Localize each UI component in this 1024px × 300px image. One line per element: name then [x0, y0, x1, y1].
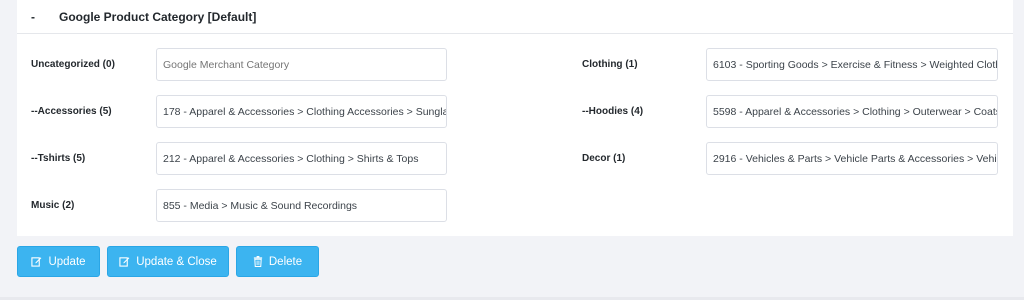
- panel-title: Google Product Category [Default]: [59, 9, 257, 24]
- update-button[interactable]: Update: [17, 246, 100, 277]
- update-close-button[interactable]: Update & Close: [107, 246, 229, 277]
- category-label: --Tshirts (5): [31, 153, 86, 164]
- trash-icon: [253, 256, 263, 267]
- panel-header[interactable]: - Google Product Category [Default]: [17, 0, 1013, 34]
- update-label: Update: [48, 255, 86, 268]
- delete-label: Delete: [268, 255, 303, 268]
- merchant-category-input[interactable]: 6103 - Sporting Goods > Exercise & Fitne…: [706, 48, 998, 81]
- update-close-label: Update & Close: [136, 255, 217, 268]
- merchant-category-input[interactable]: 212 - Apparel & Accessories > Clothing >…: [156, 142, 447, 175]
- edit-icon: [31, 256, 42, 267]
- merchant-category-input[interactable]: 178 - Apparel & Accessories > Clothing A…: [156, 95, 447, 128]
- delete-button[interactable]: Delete: [236, 246, 319, 277]
- category-label: --Accessories (5): [31, 106, 112, 117]
- edit-icon: [119, 256, 130, 267]
- merchant-category-input[interactable]: 5598 - Apparel & Accessories > Clothing …: [706, 95, 998, 128]
- collapse-toggle[interactable]: -: [31, 10, 45, 24]
- category-label: Clothing (1): [582, 59, 638, 70]
- category-label: Uncategorized (0): [31, 59, 115, 70]
- merchant-category-input[interactable]: 855 - Media > Music & Sound Recordings: [156, 189, 447, 222]
- merchant-category-input[interactable]: [156, 48, 447, 81]
- category-label: --Hoodies (4): [582, 106, 644, 117]
- google-category-panel: - Google Product Category [Default] Unca…: [17, 0, 1013, 236]
- category-label: Decor (1): [582, 153, 626, 164]
- merchant-category-input[interactable]: 2916 - Vehicles & Parts > Vehicle Parts …: [706, 142, 998, 175]
- category-label: Music (2): [31, 200, 75, 211]
